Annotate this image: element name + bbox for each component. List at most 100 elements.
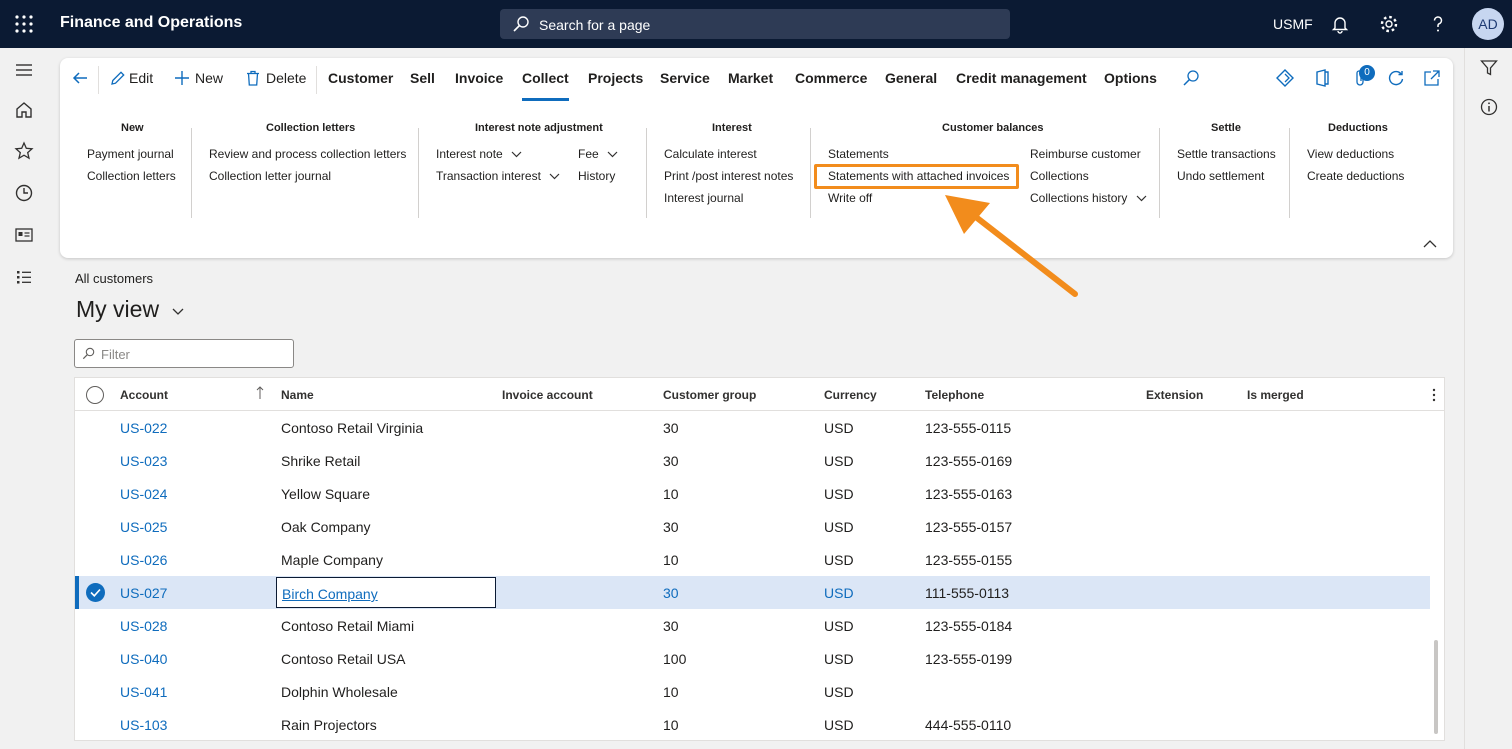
tab-general[interactable]: General xyxy=(885,70,937,86)
account-link[interactable]: US-028 xyxy=(120,618,167,634)
power-apps-icon[interactable] xyxy=(1275,68,1295,88)
tab-invoice[interactable]: Invoice xyxy=(455,70,503,86)
account-link[interactable]: US-022 xyxy=(120,420,167,436)
column-header-extension[interactable]: Extension xyxy=(1146,388,1203,402)
search-icon xyxy=(513,16,529,32)
currency-cell: USD xyxy=(824,552,854,568)
back-icon[interactable] xyxy=(71,69,89,87)
account-link[interactable]: US-025 xyxy=(120,519,167,535)
refresh-icon[interactable] xyxy=(1386,68,1406,88)
statements-button[interactable]: Statements xyxy=(828,147,889,161)
settle-transactions-button[interactable]: Settle transactions xyxy=(1177,147,1276,161)
interest-journal-button[interactable]: Interest journal xyxy=(664,191,743,205)
table-row[interactable]: US-028 Contoso Retail Miami 30 USD 123-5… xyxy=(75,609,1430,642)
tab-market[interactable]: Market xyxy=(728,70,773,86)
tab-service[interactable]: Service xyxy=(660,70,710,86)
column-header-customer-group[interactable]: Customer group xyxy=(663,388,756,402)
account-link[interactable]: US-026 xyxy=(120,552,167,568)
column-header-is-merged[interactable]: Is merged xyxy=(1247,388,1304,402)
table-row[interactable]: US-025 Oak Company 30 USD 123-555-0157 xyxy=(75,510,1430,543)
chevron-down-icon xyxy=(549,173,560,180)
table-row-selected[interactable]: US-027 Birch Company 30 USD 111-555-0113 xyxy=(75,576,1430,609)
calculate-interest-button[interactable]: Calculate interest xyxy=(664,147,757,161)
list-icon[interactable] xyxy=(14,267,34,287)
account-link[interactable]: US-024 xyxy=(120,486,167,502)
table-row[interactable]: US-022 Contoso Retail Virginia 30 USD 12… xyxy=(75,411,1430,444)
filter-input[interactable] xyxy=(101,346,287,362)
view-selector[interactable]: My view xyxy=(76,296,159,323)
customer-group-cell: 30 xyxy=(663,453,679,469)
reimburse-customer-button[interactable]: Reimburse customer xyxy=(1030,147,1141,161)
name-edit-field[interactable]: Birch Company xyxy=(276,577,496,608)
table-row[interactable]: US-103 Rain Projectors 10 USD 444-555-01… xyxy=(75,708,1430,741)
new-button[interactable]: New xyxy=(195,70,223,86)
waffle-icon[interactable] xyxy=(14,14,34,34)
hamburger-icon[interactable] xyxy=(14,60,34,80)
write-off-button[interactable]: Write off xyxy=(828,191,872,205)
account-link[interactable]: US-027 xyxy=(120,585,167,601)
table-row[interactable]: US-024 Yellow Square 10 USD 123-555-0163 xyxy=(75,477,1430,510)
account-link[interactable]: US-041 xyxy=(120,684,167,700)
app-title[interactable]: Finance and Operations xyxy=(60,14,242,32)
undo-settlement-button[interactable]: Undo settlement xyxy=(1177,169,1264,183)
view-deductions-button[interactable]: View deductions xyxy=(1307,147,1394,161)
tab-customer[interactable]: Customer xyxy=(328,70,393,86)
tab-commerce[interactable]: Commerce xyxy=(795,70,867,86)
interest-note-menu[interactable]: Interest note xyxy=(436,147,522,161)
more-options-icon[interactable] xyxy=(1431,387,1437,403)
bell-icon[interactable] xyxy=(1330,14,1350,34)
transaction-interest-menu[interactable]: Transaction interest xyxy=(436,169,560,183)
account-link[interactable]: US-040 xyxy=(120,651,167,667)
column-header-name[interactable]: Name xyxy=(281,388,314,402)
table-row[interactable]: US-040 Contoso Retail USA 100 USD 123-55… xyxy=(75,642,1430,675)
star-icon[interactable] xyxy=(14,141,34,161)
select-all-checkbox[interactable] xyxy=(86,386,104,404)
column-header-currency[interactable]: Currency xyxy=(824,388,877,402)
chevron-down-icon[interactable] xyxy=(172,307,184,317)
currency-cell: USD xyxy=(824,717,854,733)
payment-journal-button[interactable]: Payment journal xyxy=(87,147,174,161)
column-header-invoice-account[interactable]: Invoice account xyxy=(502,388,593,402)
row-selected-checkbox[interactable] xyxy=(86,583,105,602)
column-header-account[interactable]: Account xyxy=(120,388,168,402)
collection-letters-button[interactable]: Collection letters xyxy=(87,169,176,183)
table-row[interactable]: US-023 Shrike Retail 30 USD 123-555-0169 xyxy=(75,444,1430,477)
tab-sell[interactable]: Sell xyxy=(410,70,435,86)
delete-button[interactable]: Delete xyxy=(266,70,306,86)
name-cell[interactable]: Birch Company xyxy=(282,586,378,602)
help-icon[interactable] xyxy=(1428,14,1448,34)
sort-ascending-icon[interactable] xyxy=(256,386,264,400)
history-button[interactable]: History xyxy=(578,169,615,183)
company-selector[interactable]: USMF xyxy=(1273,16,1313,32)
home-icon[interactable] xyxy=(14,100,34,120)
filter-icon[interactable] xyxy=(1479,58,1499,78)
edit-button[interactable]: Edit xyxy=(129,70,153,86)
gear-icon[interactable] xyxy=(1379,14,1399,34)
tab-projects[interactable]: Projects xyxy=(588,70,643,86)
info-icon[interactable] xyxy=(1479,97,1499,117)
create-deductions-button[interactable]: Create deductions xyxy=(1307,169,1404,183)
page-search-box[interactable]: Search for a page xyxy=(500,9,1010,39)
search-icon[interactable] xyxy=(1181,68,1201,88)
office-icon[interactable] xyxy=(1312,68,1332,88)
collection-letter-journal-button[interactable]: Collection letter journal xyxy=(209,169,331,183)
account-link[interactable]: US-103 xyxy=(120,717,167,733)
open-new-icon[interactable] xyxy=(1422,68,1442,88)
table-row[interactable]: US-026 Maple Company 10 USD 123-555-0155 xyxy=(75,543,1430,576)
grid-scrollbar[interactable] xyxy=(1434,640,1438,734)
tab-options[interactable]: Options xyxy=(1104,70,1157,86)
collections-button[interactable]: Collections xyxy=(1030,169,1089,183)
table-row[interactable]: US-041 Dolphin Wholesale 10 USD xyxy=(75,675,1430,708)
group-title-customer-balances: Customer balances xyxy=(942,122,1044,134)
workspace-icon[interactable] xyxy=(14,225,34,245)
review-collection-letters-button[interactable]: Review and process collection letters xyxy=(209,147,406,161)
clock-icon[interactable] xyxy=(14,183,34,203)
tab-credit-management[interactable]: Credit management xyxy=(956,70,1087,86)
avatar[interactable]: AD xyxy=(1472,8,1504,40)
tab-collect[interactable]: Collect xyxy=(522,70,569,101)
print-post-interest-notes-button[interactable]: Print /post interest notes xyxy=(664,169,793,183)
account-link[interactable]: US-023 xyxy=(120,453,167,469)
column-header-telephone[interactable]: Telephone xyxy=(925,388,984,402)
fee-menu[interactable]: Fee xyxy=(578,147,618,161)
chevron-up-icon[interactable] xyxy=(1422,238,1438,250)
